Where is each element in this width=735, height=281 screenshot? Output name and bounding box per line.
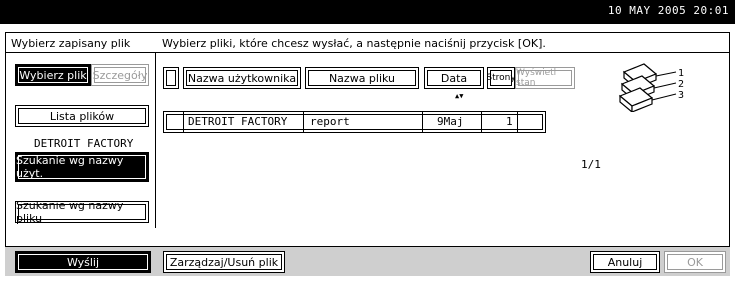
clock-text: 10 MAY 2005 20:01 [607,4,729,17]
file-list-button[interactable]: Lista plików [15,105,149,127]
row-user: DETROIT FACTORY [188,115,288,128]
cell-divider [422,112,423,132]
column-pages[interactable]: Strony [486,67,516,89]
page-indicator: 1/1 [581,158,601,171]
search-by-user-button[interactable]: Szukanie wg nazwy użyt. [15,152,149,182]
cell-divider [481,112,482,132]
cancel-button[interactable]: Anuluj [590,251,660,273]
stack-label-3: 3 [678,90,684,101]
sort-indicator: ▲▼ [455,92,464,100]
table-row[interactable]: DETROIT FACTORY report 9Maj 1 [163,111,546,133]
column-preview[interactable]: Wyświetl stan [515,67,575,89]
cell-divider [183,112,184,132]
column-date[interactable]: Data [424,67,484,89]
location-label: DETROIT FACTORY [34,137,134,150]
row-date: 9Maj [437,115,464,128]
manage-delete-button[interactable]: Zarządzaj/Usuń plik [163,251,285,273]
column-file-name[interactable]: Nazwa pliku [305,67,419,89]
column-divider [155,52,156,228]
cell-divider [303,112,304,132]
select-file-tab[interactable]: Wybierz plik [15,64,91,86]
header-divider [5,52,730,53]
status-bar: 10 MAY 2005 20:01 [0,0,735,24]
left-header: Wybierz zapisany plik [11,37,131,50]
search-by-file-button[interactable]: Szukanie wg nazwy pliku [15,199,149,225]
row-pages: 1 [506,115,513,128]
row-file: report [310,115,350,128]
details-tab[interactable]: Szczegóły [91,64,149,86]
document-stack-icon: 1 2 3 [618,63,684,112]
stack-label-2: 2 [678,79,684,90]
select-all-checkbox[interactable] [163,67,179,89]
instruction-text: Wybierz pliki, które chcesz wysłać, a na… [162,37,546,50]
ok-button[interactable]: OK [664,251,726,273]
send-button[interactable]: Wyślij [15,251,151,273]
column-user-name[interactable]: Nazwa użytkownika [183,67,301,89]
cell-divider [517,112,518,132]
stack-label-1: 1 [678,68,684,79]
